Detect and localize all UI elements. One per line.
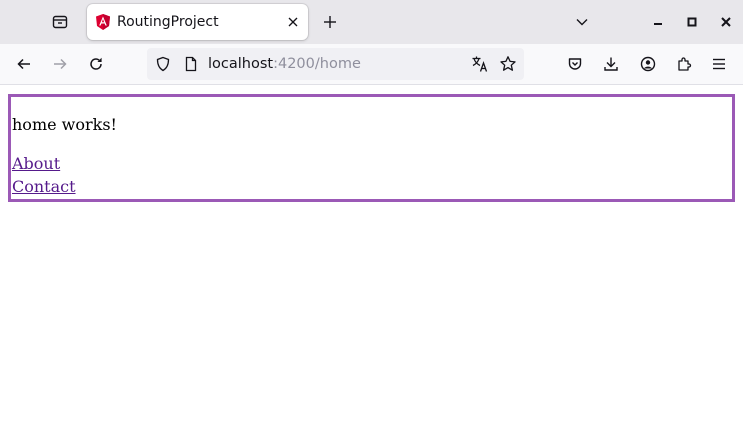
url-host: localhost bbox=[208, 56, 274, 72]
back-button[interactable] bbox=[8, 48, 40, 80]
shield-icon bbox=[156, 56, 170, 72]
account-button[interactable] bbox=[632, 48, 664, 80]
site-information-button[interactable] bbox=[182, 55, 200, 73]
downloads-button[interactable] bbox=[595, 48, 627, 80]
tab-title: RoutingProject bbox=[117, 14, 219, 30]
home-component-container: home works! About Contact bbox=[8, 94, 735, 202]
firefox-view-button[interactable] bbox=[44, 6, 76, 38]
new-tab-button[interactable] bbox=[314, 6, 346, 38]
pocket-icon bbox=[568, 58, 582, 70]
translate-button[interactable] bbox=[471, 55, 489, 73]
list-all-tabs-button[interactable] bbox=[566, 6, 598, 38]
angular-favicon-icon bbox=[96, 14, 110, 30]
app-menu-button[interactable] bbox=[703, 48, 735, 80]
about-link[interactable]: About bbox=[12, 154, 60, 174]
puzzle-icon bbox=[678, 57, 692, 71]
maximize-button[interactable] bbox=[676, 6, 708, 38]
contact-link[interactable]: Contact bbox=[12, 177, 76, 197]
url-path: :4200/home bbox=[273, 56, 361, 72]
close-window-icon bbox=[721, 17, 731, 27]
browser-tab-active[interactable]: RoutingProject bbox=[87, 4, 308, 40]
account-icon bbox=[640, 56, 656, 72]
star-icon bbox=[500, 56, 516, 71]
home-message: home works! bbox=[12, 115, 117, 134]
navigation-toolbar: localhost:4200/home bbox=[0, 44, 743, 85]
hamburger-menu-icon bbox=[713, 58, 725, 70]
page-icon bbox=[185, 56, 197, 72]
url-text[interactable]: localhost:4200/home bbox=[208, 48, 361, 80]
tab-close-button[interactable] bbox=[284, 13, 302, 31]
download-icon bbox=[604, 57, 618, 71]
arrow-left-icon bbox=[17, 58, 30, 70]
minimize-button[interactable] bbox=[642, 6, 674, 38]
bookmark-star-button[interactable] bbox=[499, 55, 517, 73]
tab-strip: RoutingProject bbox=[0, 0, 743, 44]
extensions-button[interactable] bbox=[668, 48, 700, 80]
arrow-right-icon bbox=[54, 58, 67, 70]
url-bar[interactable]: localhost:4200/home bbox=[147, 48, 524, 80]
close-icon bbox=[288, 17, 298, 27]
reload-button[interactable] bbox=[80, 48, 112, 80]
minimize-icon bbox=[654, 23, 662, 25]
pocket-button[interactable] bbox=[559, 48, 591, 80]
plus-icon bbox=[324, 16, 336, 28]
chevron-down-icon bbox=[576, 19, 588, 26]
translate-icon bbox=[472, 56, 488, 72]
reload-icon bbox=[90, 57, 102, 70]
maximize-icon bbox=[687, 17, 697, 27]
forward-button[interactable] bbox=[44, 48, 76, 80]
firefox-view-icon bbox=[52, 15, 68, 29]
close-window-button[interactable] bbox=[710, 6, 742, 38]
tracking-protection-button[interactable] bbox=[154, 55, 172, 73]
